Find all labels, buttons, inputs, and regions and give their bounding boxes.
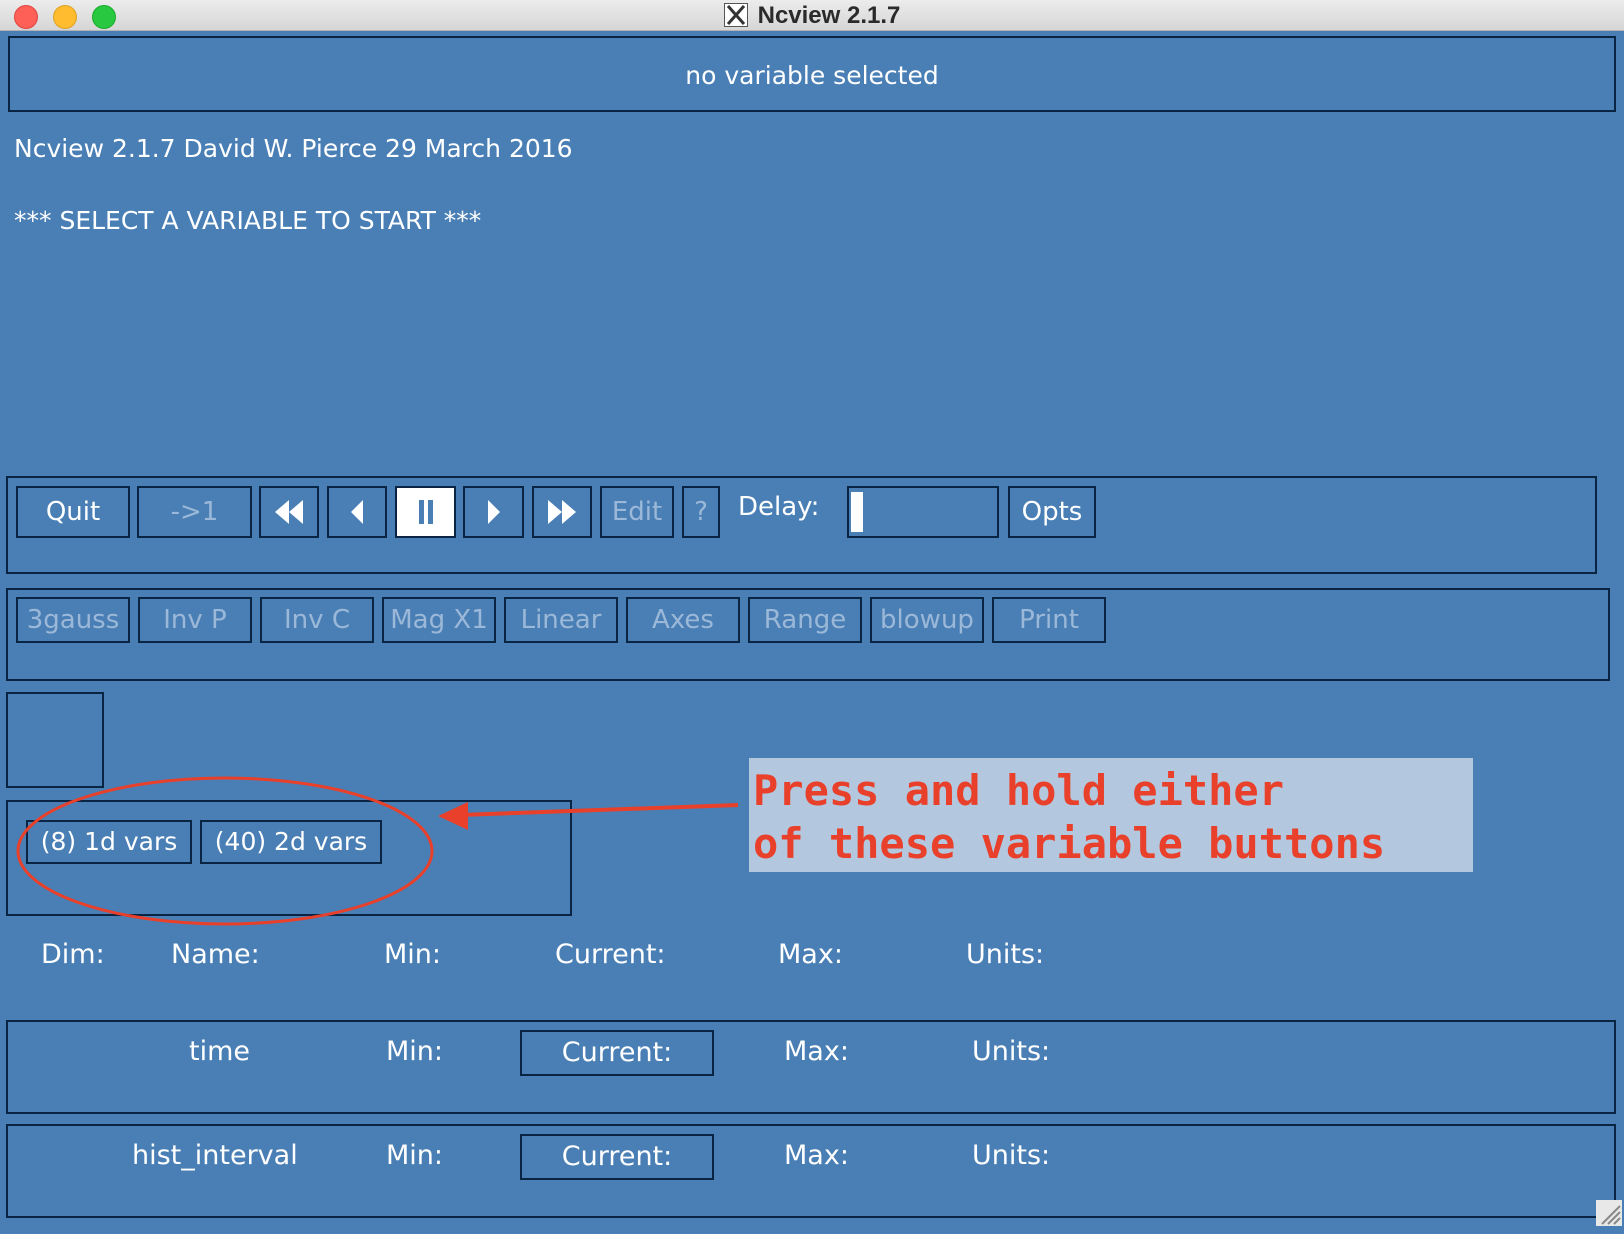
dim-units-time: Units:	[972, 1036, 1051, 1067]
dim-current-time-button[interactable]: Current:	[520, 1030, 714, 1076]
dim-current-hist-interval-button[interactable]: Current:	[520, 1134, 714, 1180]
callout-arrow-head	[438, 802, 468, 830]
dim-row-hist-interval	[6, 1124, 1616, 1218]
dim-max-hist-interval: Max:	[784, 1140, 849, 1171]
dim-header-dim: Dim:	[41, 939, 105, 970]
dim-max-time: Max:	[784, 1036, 849, 1067]
dim-header-current: Current:	[555, 939, 666, 970]
highlight-ellipse	[16, 776, 434, 926]
dim-row-time	[6, 1020, 1616, 1114]
dim-name-time: time	[189, 1036, 251, 1067]
annotation-line-1: Press and hold either	[753, 766, 1285, 815]
annotation-box: Press and hold either of these variable …	[749, 758, 1473, 872]
resize-grip[interactable]	[1596, 1200, 1622, 1226]
dim-units-hist-interval: Units:	[972, 1140, 1051, 1171]
dim-min-hist-interval: Min:	[386, 1140, 444, 1171]
dim-min-time: Min:	[386, 1036, 444, 1067]
callout-arrow-line	[459, 803, 739, 817]
dim-header-units: Units:	[966, 939, 1045, 970]
dim-header-max: Max:	[778, 939, 843, 970]
dim-header-min: Min:	[384, 939, 442, 970]
resize-grip-icon	[1601, 1205, 1621, 1225]
annotation-line-2: of these variable buttons	[753, 819, 1386, 868]
dim-header-name: Name:	[171, 939, 260, 970]
dim-name-hist-interval: hist_interval	[132, 1140, 298, 1171]
